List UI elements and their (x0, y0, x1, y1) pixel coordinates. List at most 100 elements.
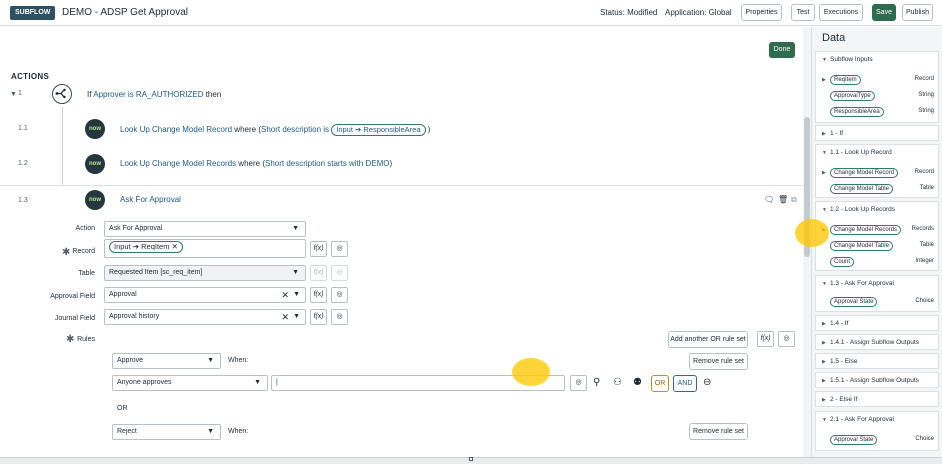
data-pill[interactable]: Approval State (830, 435, 878, 445)
step-if-condition: Approver is RA_AUTHORIZED (93, 90, 204, 99)
flow-title: DEMO - ADSP Get Approval (62, 7, 188, 18)
trash-icon[interactable]: 🗑 (778, 194, 788, 206)
expand-caret-icon[interactable]: ▶ (822, 321, 826, 327)
data-pill[interactable]: Change Model Records (830, 225, 902, 235)
section-title[interactable]: 2.1 - Ask For Approval (830, 416, 894, 423)
collapse-caret-icon[interactable]: ▼ (822, 207, 827, 213)
rule1-action-value: Approve (117, 357, 144, 364)
section-title[interactable]: 1.2 - Look Up Records (830, 206, 895, 213)
data-pill[interactable]: Approval State (830, 297, 878, 307)
flow-connector-line (62, 107, 63, 185)
data-pill-picker-icon[interactable]: ◎ (331, 309, 348, 325)
section-title[interactable]: 1.4 - If (830, 320, 848, 327)
manual-approver-icon[interactable]: ⚉ (633, 377, 642, 389)
section-title[interactable]: Subflow Inputs (830, 56, 873, 63)
data-type: Table (919, 185, 934, 191)
collapse-caret-icon[interactable]: ▼ (822, 281, 827, 287)
comment-icon[interactable]: 🗨 (764, 194, 774, 206)
step-action-name: Look Up Change Model Records (120, 159, 237, 168)
remove-rule-set-button[interactable]: Remove rule set (689, 423, 748, 440)
fx-button[interactable]: f(x) (757, 331, 774, 347)
fx-button[interactable]: f(x) (310, 287, 327, 303)
collapse-caret-icon[interactable]: ▼ (10, 91, 17, 98)
step-number: 1.1 (18, 125, 28, 132)
publish-button[interactable]: Publish (902, 4, 933, 21)
now-action-icon: now (85, 190, 105, 210)
remove-condition-icon[interactable]: ⊖ (703, 377, 711, 389)
record-input[interactable]: Input ➔ ReqItem ✕ (104, 239, 306, 258)
data-pill[interactable]: ResponsibleArea (830, 107, 884, 117)
data-pill-picker-icon[interactable]: ◎ (778, 331, 795, 347)
done-button[interactable]: Done (769, 42, 795, 58)
expand-caret-icon[interactable]: ▶ (822, 378, 826, 384)
data-pill[interactable]: Change Model Record (830, 168, 899, 178)
section-title[interactable]: 1.5.1 - Assign Subflow Outputs (830, 377, 919, 384)
resize-handle-icon[interactable] (469, 457, 473, 461)
executions-button[interactable]: Executions (819, 4, 863, 21)
expand-caret-icon[interactable]: ▶ (822, 397, 826, 403)
journal-field-label: Journal Field (54, 315, 95, 322)
data-pill[interactable]: Change Model Table (830, 241, 893, 251)
remove-rule-set-button[interactable]: Remove rule set (689, 353, 748, 370)
step-lookup-records-text[interactable]: Look Up Change Model Records where (Shor… (120, 158, 392, 170)
fx-button[interactable]: f(x) (310, 265, 327, 281)
record-pill-text: Input ➔ ReqItem (114, 242, 170, 251)
section-title[interactable]: 1.1 - Look Up Record (830, 149, 892, 156)
step-action-name: Look Up Change Model Record (120, 125, 233, 134)
data-type: Table (919, 242, 934, 248)
expand-caret-icon[interactable]: ▶ (822, 359, 826, 365)
step-condition: Short description is (260, 125, 330, 134)
clear-icon[interactable]: ✕ (281, 310, 289, 324)
step-if-text[interactable]: If Approver is RA_AUTHORIZED then (87, 89, 221, 101)
data-pill[interactable]: Change Model Table (830, 184, 893, 194)
rule2-action-select[interactable]: Reject ▼ (112, 424, 221, 440)
collapse-caret-icon[interactable]: ▼ (822, 417, 827, 423)
dropdown-arrow-icon: ▼ (254, 379, 261, 386)
step-ask-approval-text[interactable]: Ask For Approval (120, 194, 181, 206)
collapse-caret-icon[interactable]: ▼ (822, 150, 827, 156)
data-section: ▶ 1.4 - If (815, 315, 939, 331)
data-pill[interactable]: Count (830, 257, 855, 267)
or-button[interactable]: OR (651, 375, 669, 392)
data-pill[interactable]: Input ➔ ResponsibleArea (331, 124, 426, 136)
save-button[interactable]: Save (872, 4, 896, 21)
collapse-caret-icon[interactable]: ▼ (822, 57, 827, 63)
test-button[interactable]: Test (791, 4, 815, 21)
expand-caret-icon[interactable]: ▶ (822, 170, 826, 176)
expand-caret-icon[interactable]: ▶ (822, 131, 826, 137)
data-pill-picker-icon[interactable]: ◎ (570, 375, 587, 391)
and-button[interactable]: AND (673, 375, 697, 392)
rule1-condition-select[interactable]: Anyone approves ▼ (112, 375, 268, 391)
journal-field-select[interactable]: Approval history ✕ ▼ (104, 309, 306, 325)
data-pill-picker-icon[interactable]: ◎ (331, 241, 348, 257)
remove-pill-icon[interactable]: ✕ (172, 242, 178, 251)
data-pill[interactable]: ReqItem (830, 75, 861, 85)
clear-icon[interactable]: ✕ (281, 288, 289, 302)
group-icon[interactable]: ⚇ (613, 377, 622, 389)
data-pill-picker-icon[interactable]: ◎ (331, 265, 348, 281)
section-title[interactable]: 1.5 - Else (830, 358, 857, 365)
data-type: Choice (915, 436, 934, 442)
section-title[interactable]: 2 - Else If (830, 396, 857, 403)
data-pill[interactable]: ApprovalType (830, 91, 875, 101)
section-title[interactable]: 1.3 - Ask For Approval (830, 280, 894, 287)
action-select[interactable]: Ask For Approval ▼ (104, 221, 306, 237)
approval-field-select[interactable]: Approval ✕ ▼ (104, 287, 306, 303)
record-data-pill[interactable]: Input ➔ ReqItem ✕ (109, 241, 183, 253)
fx-button[interactable]: f(x) (310, 241, 327, 257)
rule1-action-select[interactable]: Approve ▼ (112, 353, 221, 369)
data-pill-picker-icon[interactable]: ◎ (331, 287, 348, 303)
section-title[interactable]: 1 - If (830, 130, 843, 137)
step-end: ) (389, 159, 393, 168)
open-external-icon[interactable]: ⧉ (791, 194, 797, 206)
expand-caret-icon[interactable]: ▶ (822, 340, 826, 346)
fx-button[interactable]: f(x) (310, 309, 327, 325)
properties-button[interactable]: Properties (741, 4, 782, 21)
table-select[interactable]: Requested Item [sc_req_item] ▼ (104, 265, 306, 281)
user-icon[interactable]: ⚲ (593, 377, 600, 389)
expand-caret-icon[interactable]: ▶ (822, 77, 826, 83)
step-lookup-record-text[interactable]: Look Up Change Model Record where (Short… (120, 124, 430, 136)
section-title[interactable]: 1.4.1 - Assign Subflow Outputs (830, 339, 919, 346)
add-or-rule-set-button[interactable]: Add another OR rule set (668, 331, 748, 348)
action-label: Action (75, 225, 95, 232)
